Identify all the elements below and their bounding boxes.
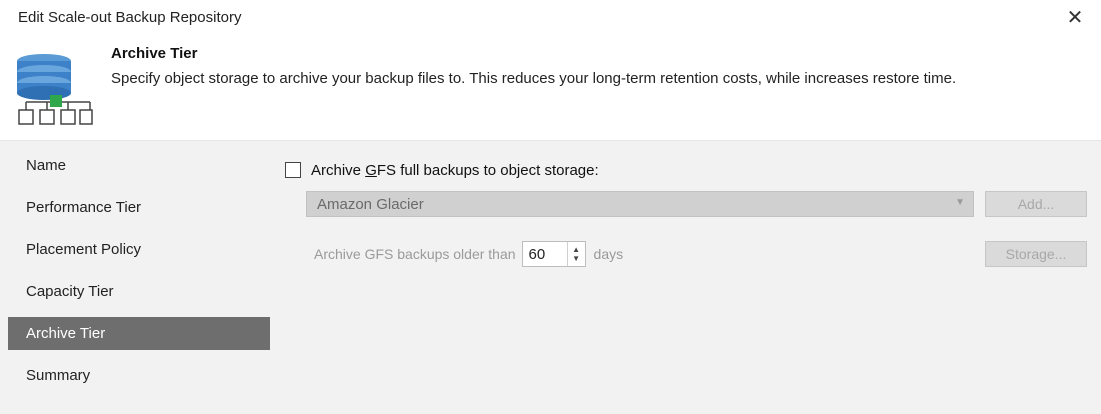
- page-title: Archive Tier: [111, 45, 198, 62]
- archive-gfs-label: Archive GFS full backups to object stora…: [311, 162, 599, 179]
- add-button[interactable]: Add...: [985, 191, 1087, 217]
- nav-item-name[interactable]: Name: [8, 149, 270, 182]
- nav-item-archive-tier[interactable]: Archive Tier: [8, 317, 270, 350]
- nav-item-capacity-tier[interactable]: Capacity Tier: [8, 275, 270, 308]
- content-area: Name Performance Tier Placement Policy C…: [0, 140, 1101, 414]
- older-than-value[interactable]: 60: [523, 246, 567, 263]
- archive-older-than-row: Archive GFS backups older than 60 ▲ ▼ day…: [314, 241, 623, 267]
- archive-gfs-label-pre: Archive: [311, 161, 366, 179]
- page-description: Specify object storage to archive your b…: [111, 70, 957, 87]
- nav-item-performance-tier[interactable]: Performance Tier: [8, 191, 270, 224]
- nav-item-placement-policy[interactable]: Placement Policy: [8, 233, 270, 266]
- storage-button[interactable]: Storage...: [985, 241, 1087, 267]
- stepper-arrows-icon[interactable]: ▲ ▼: [566, 242, 585, 266]
- window-title: Edit Scale-out Backup Repository: [18, 9, 242, 26]
- object-storage-select[interactable]: Amazon Glacier ▼: [306, 191, 974, 217]
- older-than-stepper[interactable]: 60 ▲ ▼: [521, 241, 586, 267]
- archive-gfs-label-mnemonic: G: [365, 161, 377, 179]
- older-than-unit: days: [593, 246, 624, 262]
- close-icon[interactable]: ✕: [1063, 6, 1087, 30]
- chevron-down-icon: ▼: [955, 197, 965, 208]
- older-than-label: Archive GFS backups older than: [314, 246, 516, 262]
- object-storage-selected: Amazon Glacier: [317, 195, 424, 213]
- wizard-nav: Name Performance Tier Placement Policy C…: [8, 149, 270, 401]
- nav-item-summary[interactable]: Summary: [8, 359, 270, 392]
- archive-gfs-checkbox[interactable]: Archive GFS full backups to object stora…: [285, 161, 599, 179]
- checkbox-box[interactable]: [285, 162, 301, 178]
- database-icon: [14, 50, 94, 130]
- archive-gfs-label-post: FS full backups to object storage:: [376, 161, 599, 179]
